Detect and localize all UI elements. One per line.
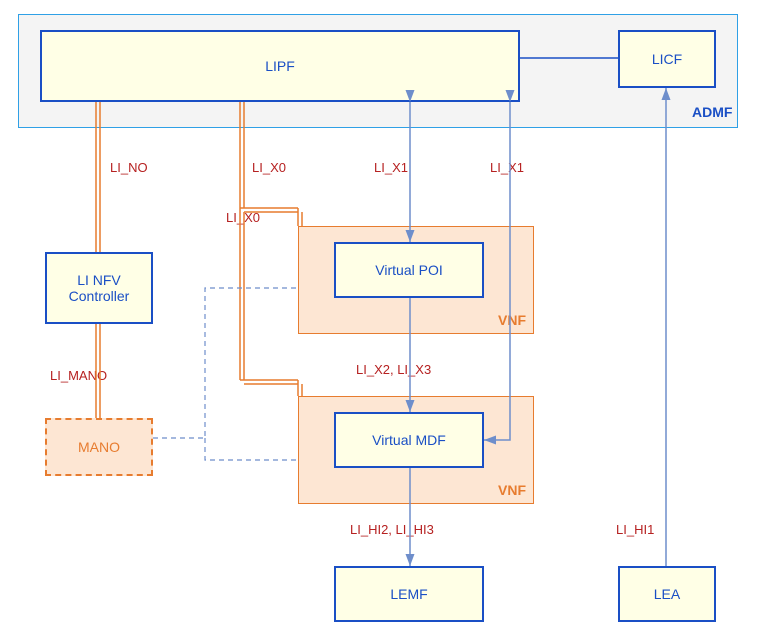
node-lea: LEA (618, 566, 716, 622)
node-li-nfv-controller: LI NFV Controller (45, 252, 153, 324)
edge-label-li-hi23: LI_HI2, LI_HI3 (350, 522, 434, 537)
node-lemf: LEMF (334, 566, 484, 622)
edge-label-li-x1-b: LI_X1 (490, 160, 524, 175)
edge-label-li-mano: LI_MANO (50, 368, 107, 383)
node-lipf: LIPF (40, 30, 520, 102)
node-virtual-mdf: Virtual MDF (334, 412, 484, 468)
vnf-label-1: VNF (498, 312, 526, 328)
edge-label-li-x2x3: LI_X2, LI_X3 (356, 362, 431, 377)
edge-label-li-hi1: LI_HI1 (616, 522, 654, 537)
node-mano: MANO (45, 418, 153, 476)
vnf-label-2: VNF (498, 482, 526, 498)
edge-label-li-x1-a: LI_X1 (374, 160, 408, 175)
node-virtual-poi: Virtual POI (334, 242, 484, 298)
diagram-stage: ADMF LIPF LICF LI NFV Controller VNF Vir… (0, 0, 757, 640)
edge-label-li-x0-b: LI_X0 (226, 210, 260, 225)
edge-label-li-x0-a: LI_X0 (252, 160, 286, 175)
admf-label: ADMF (692, 104, 732, 120)
node-licf: LICF (618, 30, 716, 88)
edge-label-li-no: LI_NO (110, 160, 148, 175)
